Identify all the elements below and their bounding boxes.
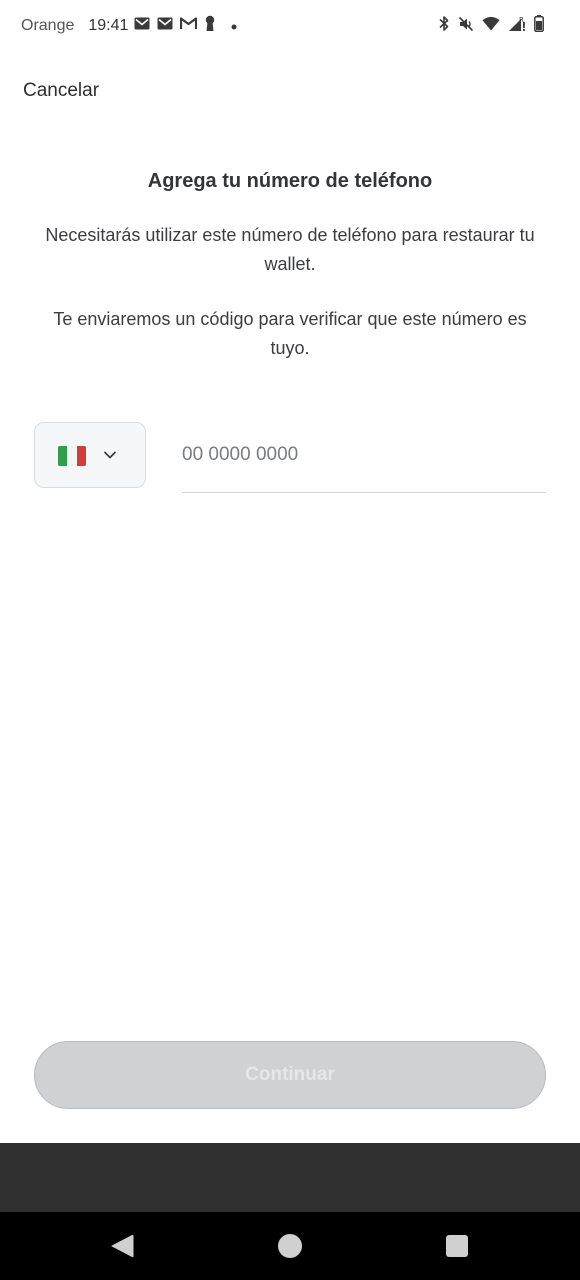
chevron-down-icon (103, 448, 117, 467)
gmail-icon (180, 17, 198, 35)
battery-icon (534, 15, 544, 37)
phone-number-screen: Orange 19:41 R Cancelar Agrega tu número… (0, 0, 580, 1280)
cancel-button[interactable]: Cancelar (23, 80, 99, 102)
gmail-icon (157, 17, 173, 35)
page-title: Agrega tu número de teléfono (147, 170, 433, 192)
flag-stripe-white (67, 446, 77, 466)
phone-number-input[interactable] (182, 438, 546, 472)
description-verify: Te enviaremos un código para verificar q… (53, 309, 527, 358)
country-code-selector[interactable] (34, 422, 146, 488)
recents-icon[interactable] (445, 1234, 469, 1263)
flag-stripe-red (76, 446, 86, 466)
home-icon[interactable] (277, 1233, 303, 1264)
mute-icon (458, 16, 474, 37)
gmail-icon (134, 17, 150, 35)
description-restore: Necesitarás utilizar este número de telé… (45, 225, 535, 274)
phone-input-container (182, 430, 546, 493)
dot-icon (231, 17, 237, 35)
wifi-icon (482, 16, 500, 36)
status-bar-right: R (438, 14, 544, 38)
keyhole-icon (204, 15, 216, 37)
flag-stripe-green (58, 446, 68, 466)
back-icon[interactable] (108, 1233, 136, 1264)
signal-roaming-icon: R (508, 15, 526, 37)
italy-flag-icon (58, 446, 86, 466)
bluetooth-icon (438, 15, 450, 37)
carrier-name: Orange (21, 17, 75, 34)
keyboard-placeholder-band (0, 1143, 580, 1212)
status-bar: Orange 19:41 R (0, 0, 580, 52)
system-nav-bar (0, 1212, 580, 1280)
status-time: 19:41 (88, 17, 129, 34)
status-bar-left: Orange 19:41 (21, 15, 244, 37)
continue-button[interactable]: Continuar (34, 1041, 546, 1109)
